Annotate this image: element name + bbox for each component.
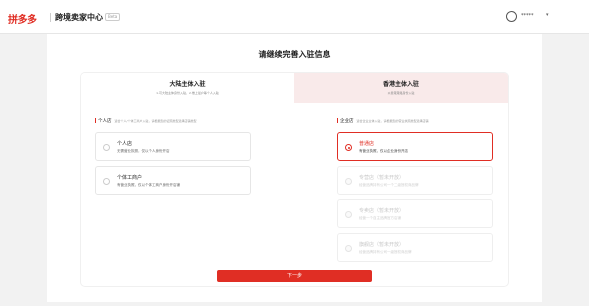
tab-hongkong[interactable]: 香港主体入驻 以香港港籍身份入驻 <box>294 73 508 103</box>
option-desc: 经营品牌持有公司一个二级授权商品牌 <box>359 183 419 187</box>
user-avatar-icon[interactable] <box>506 11 517 22</box>
divider <box>50 13 51 22</box>
top-bar: 拼多多 跨境卖家中心 Beta ***** ▾ <box>0 0 589 34</box>
user-name[interactable]: ***** <box>521 13 543 19</box>
tab-subtitle: 1.可大陆主体身份入驻，2.维上最户等个人入驻 <box>156 91 219 95</box>
heading-marker <box>337 118 338 123</box>
option-desc: 有营业执照，仅以企业身份开店 <box>359 149 408 153</box>
enterprise-heading: 企业店 适合企业主体入驻，请根据您的营业执照类型选择店铺 <box>337 118 429 124</box>
page-title: 请继续完善入驻信息 <box>258 50 331 59</box>
option-individual-business[interactable]: 个体工商户 有营业执照，仅以个体工商户身份开店铺 <box>95 166 251 195</box>
radio-button[interactable] <box>345 144 352 151</box>
tab-label: 香港主体入驻 <box>382 81 419 88</box>
option-name: 专营店（暂未开放） <box>359 175 405 181</box>
heading-marker <box>95 118 96 123</box>
next-button[interactable]: 下一步 <box>217 270 372 282</box>
tab-mainland[interactable]: 大陆主体入驻 1.可大陆主体身份入驻，2.维上最户等个人入驻 <box>81 73 294 103</box>
option-name: 普通店 <box>359 141 375 147</box>
content-card: 请继续完善入驻信息 大陆主体入驻 1.可大陆主体身份入驻，2.维上最户等个人入驻… <box>47 34 542 302</box>
option-desc: 经营一个自主品牌官方店铺 <box>359 216 401 220</box>
option-flagship-store: 旗舰店（暂未开放） 经营品牌持有公司一级授权商品牌 <box>337 233 493 262</box>
beta-badge: Beta <box>105 13 121 21</box>
brand-logo[interactable]: 拼多多 <box>8 11 37 26</box>
entry-panel: 大陆主体入驻 1.可大陆主体身份入驻，2.维上最户等个人入驻 香港主体入驻 以香… <box>81 73 508 286</box>
heading-hint: 适合个人/个体工商户入驻，请根据您的证照类型选择店铺类型 <box>114 119 197 123</box>
option-normal-store[interactable]: 普通店 有营业执照，仅以企业身份开店 <box>337 132 493 161</box>
option-name: 个体工商户 <box>117 175 143 181</box>
radio-button[interactable] <box>103 144 110 151</box>
option-desc: 有营业执照，仅以个体工商户身份开店铺 <box>117 183 180 187</box>
option-personal-store[interactable]: 个人店 无需营业执照，仅以个人身份开店 <box>95 132 251 161</box>
app-title: 跨境卖家中心 <box>55 13 103 22</box>
option-name: 旗舰店（暂未开放） <box>359 242 405 248</box>
option-desc: 无需营业执照，仅以个人身份开店 <box>117 149 170 153</box>
radio-button <box>345 211 352 218</box>
option-exclusive-store: 专卖店（暂未开放） 经营一个自主品牌官方店铺 <box>337 199 493 228</box>
chevron-down-icon[interactable]: ▾ <box>546 12 549 18</box>
radio-button <box>345 245 352 252</box>
tab-label: 大陆主体入驻 <box>169 81 206 88</box>
personal-heading: 个人店 适合个人/个体工商户入驻，请根据您的证照类型选择店铺类型 <box>95 118 197 124</box>
option-name: 专卖店（暂未开放） <box>359 208 405 214</box>
radio-button <box>345 178 352 185</box>
heading-hint: 适合企业主体入驻，请根据您的营业执照类型选择店铺 <box>356 119 429 123</box>
option-name: 个人店 <box>117 141 133 147</box>
radio-button[interactable] <box>103 178 110 185</box>
option-desc: 经营品牌持有公司一级授权商品牌 <box>359 250 412 254</box>
option-specialty-store: 专营店（暂未开放） 经营品牌持有公司一个二级授权商品牌 <box>337 166 493 195</box>
tab-subtitle: 以香港港籍身份入驻 <box>387 91 415 95</box>
